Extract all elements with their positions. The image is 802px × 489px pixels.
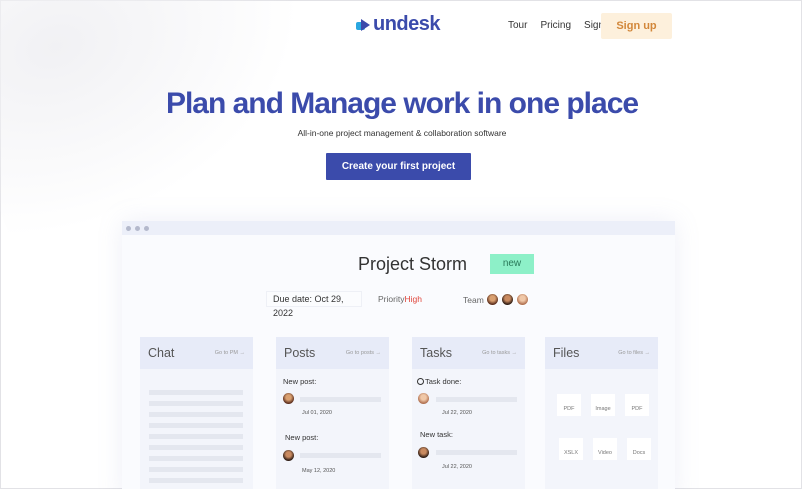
- create-project-button[interactable]: Create your first project: [326, 153, 471, 180]
- hero-title: Plan and Manage work in one place: [165, 87, 639, 120]
- go-to-files-link[interactable]: Go to files →: [618, 350, 650, 356]
- project-title: Project Storm: [358, 254, 468, 274]
- placeholder-line: [149, 401, 243, 406]
- post-label: New post:: [285, 433, 319, 442]
- file-item[interactable]: Image: [591, 394, 615, 416]
- placeholder-line: [149, 478, 243, 483]
- placeholder-line: [149, 467, 243, 472]
- placeholder-line: [300, 397, 381, 402]
- card-title: Posts: [284, 346, 316, 360]
- file-item[interactable]: PDF: [625, 394, 649, 416]
- card-header: Posts Go to posts →: [276, 337, 389, 369]
- files-card: Files Go to files → PDF Image PDF XSLX V…: [545, 337, 658, 489]
- avatar: [418, 447, 429, 458]
- file-item[interactable]: XSLX: [559, 438, 583, 460]
- post-label: New post:: [283, 377, 317, 386]
- team: Team: [463, 293, 529, 306]
- avatar: [283, 450, 294, 461]
- task-date: Jul 22, 2020: [442, 464, 472, 470]
- placeholder-line: [149, 445, 243, 450]
- avatar: [500, 293, 514, 306]
- avatar: [283, 393, 294, 404]
- post-date: May 12, 2020: [302, 468, 336, 474]
- window-dot: [144, 226, 149, 231]
- avatar: [418, 393, 429, 404]
- priority-label: Priority: [378, 294, 405, 304]
- tasks-card: Tasks Go to tasks → Task done: Jul 22, 2…: [412, 337, 525, 489]
- nav-tour[interactable]: Tour: [508, 13, 527, 39]
- task-done-label: Task done:: [417, 377, 461, 386]
- nav-pricing[interactable]: Pricing: [540, 13, 571, 39]
- check-circle-icon: [417, 378, 424, 385]
- chat-card: Chat Go to PM →: [140, 337, 253, 489]
- window-dot: [135, 226, 140, 231]
- card-header: Files Go to files →: [545, 337, 658, 369]
- card-title: Chat: [148, 346, 175, 360]
- card-title: Tasks: [420, 346, 452, 360]
- go-to-tasks-link[interactable]: Go to tasks →: [482, 350, 517, 356]
- card-header: Chat Go to PM →: [140, 337, 253, 369]
- task-date: Jul 22, 2020: [442, 410, 472, 416]
- placeholder-line: [149, 423, 243, 428]
- post-date: Jul 01, 2020: [302, 410, 332, 416]
- file-item[interactable]: Docs: [627, 438, 651, 460]
- sign-up-button[interactable]: Sign up: [601, 13, 672, 39]
- window-dot: [126, 226, 131, 231]
- card-header: Tasks Go to tasks →: [412, 337, 525, 369]
- app-preview-window: Project Storm new Due date: Oct 29, 2022…: [122, 221, 675, 489]
- logo[interactable]: undesk: [356, 13, 441, 36]
- placeholder-line: [149, 390, 243, 395]
- window-title-bar: [122, 221, 675, 235]
- placeholder-line: [149, 456, 243, 461]
- file-item[interactable]: Video: [593, 438, 617, 460]
- posts-card: Posts Go to posts → New post: Jul 01, 20…: [276, 337, 389, 489]
- file-item[interactable]: PDF: [557, 394, 581, 416]
- placeholder-line: [436, 450, 517, 455]
- logo-icon: [356, 18, 370, 31]
- placeholder-line: [149, 412, 243, 417]
- priority-value: High: [404, 294, 422, 304]
- new-badge: new: [490, 254, 534, 274]
- placeholder-line: [436, 397, 517, 402]
- logo-text: undesk: [373, 13, 441, 35]
- avatar: [515, 293, 529, 306]
- go-to-pm-link[interactable]: Go to PM →: [215, 350, 245, 356]
- placeholder-line: [149, 434, 243, 439]
- task-label: New task:: [420, 430, 453, 439]
- priority: PriorityHigh: [378, 294, 422, 304]
- card-title: Files: [553, 346, 580, 360]
- go-to-posts-link[interactable]: Go to posts →: [346, 350, 381, 356]
- team-label: Team: [463, 294, 484, 305]
- avatar: [485, 293, 499, 306]
- placeholder-line: [300, 453, 381, 458]
- hero-subtitle: All-in-one project management & collabor…: [297, 128, 507, 138]
- task-label-text: Task done:: [425, 377, 462, 386]
- due-date: Due date: Oct 29, 2022: [266, 291, 362, 318]
